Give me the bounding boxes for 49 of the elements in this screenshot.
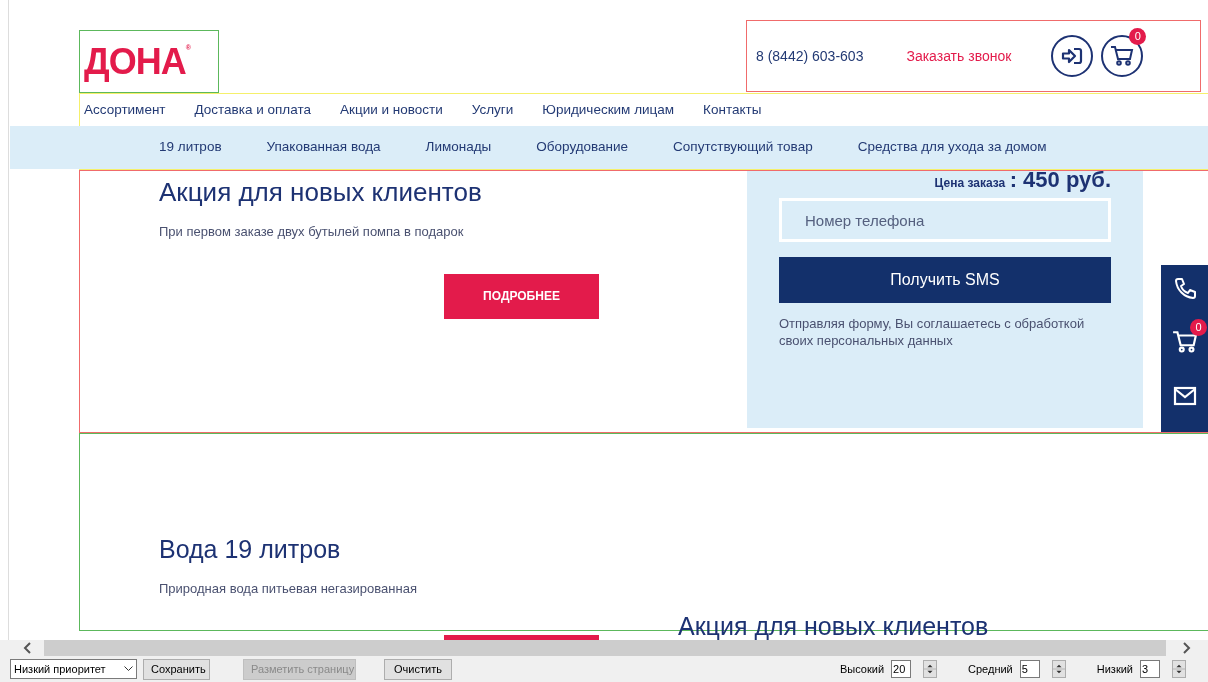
nav-link[interactable]: Услуги bbox=[471, 99, 514, 121]
category-link[interactable]: 19 литров bbox=[159, 137, 222, 158]
category-link[interactable]: Упакованная вода bbox=[266, 137, 381, 158]
counter-label: Средний bbox=[968, 661, 1013, 677]
nav-link[interactable]: Доставка и оплата bbox=[194, 99, 311, 121]
more-button[interactable]: ПОДРОБНЕЕ bbox=[444, 273, 599, 319]
price-label: Цена заказа bbox=[934, 176, 1006, 190]
toolbar-button[interactable]: Очистить bbox=[384, 658, 452, 680]
get-sms-button[interactable]: Получить SMS bbox=[779, 257, 1111, 303]
category-link[interactable]: Лимонады bbox=[425, 137, 492, 158]
number-field[interactable]: 3 bbox=[1140, 660, 1160, 678]
cart-count-badge: 0 bbox=[1129, 28, 1147, 45]
promo-title: Акция для новых клиентов bbox=[159, 177, 483, 209]
nav-link[interactable]: Акции и новости bbox=[340, 99, 443, 121]
number-field[interactable]: 5 bbox=[1019, 660, 1040, 678]
nav-link[interactable]: Юридическим лицам bbox=[542, 99, 675, 121]
nav-link[interactable]: Контакты bbox=[703, 99, 762, 121]
section-title: Вода 19 литров bbox=[159, 534, 342, 565]
scroll-left-icon[interactable] bbox=[22, 642, 32, 654]
mail-icon[interactable] bbox=[1173, 385, 1197, 406]
toolbar-button[interactable]: Сохранить bbox=[143, 658, 210, 680]
scroll-right-icon[interactable] bbox=[1182, 642, 1192, 654]
consent-text: Отправляя форму, Вы соглашаетесь с обработкой своих персональных данных bbox=[779, 316, 1086, 350]
phone-icon[interactable] bbox=[1173, 277, 1197, 301]
number-field[interactable]: 20 bbox=[891, 660, 912, 678]
nav-link[interactable]: Ассортимент bbox=[84, 99, 166, 121]
category-link[interactable]: Средства для ухода за домом bbox=[857, 137, 1047, 158]
spinner-arrows[interactable] bbox=[1172, 660, 1186, 678]
spinner-arrows[interactable] bbox=[1051, 660, 1066, 678]
horizontal-scrollbar[interactable] bbox=[44, 640, 1166, 656]
selected-option: Низкий приоритет bbox=[14, 660, 106, 678]
promo-subtitle: При первом заказе двух бутылей помпа в подарок bbox=[159, 223, 465, 242]
login-button[interactable] bbox=[1051, 35, 1094, 77]
cart-count-badge: 0 bbox=[1190, 319, 1207, 336]
counter-label: Высокий bbox=[839, 661, 885, 677]
price-value: : 450 руб. bbox=[1009, 171, 1111, 192]
spinner-arrows[interactable] bbox=[923, 660, 938, 678]
priority-dropdown[interactable]: Низкий приоритет bbox=[10, 659, 137, 679]
cart-icon[interactable] bbox=[1172, 329, 1198, 354]
login-icon bbox=[1061, 46, 1084, 66]
cart-icon bbox=[1110, 45, 1135, 67]
phone-number[interactable]: 8 (8442) 603-603 bbox=[756, 45, 864, 67]
phone-input-field[interactable]: Номер телефона bbox=[779, 198, 1111, 242]
category-link[interactable]: Оборудование bbox=[536, 137, 629, 158]
counter-label: Низкий bbox=[1096, 661, 1133, 677]
section-subtitle: Природная вода питьевая негазированная bbox=[159, 580, 418, 599]
dropdown-caret-icon bbox=[124, 666, 133, 672]
callback-link[interactable]: Заказать звонок bbox=[906, 45, 1012, 67]
category-link[interactable]: Сопутствующий товар bbox=[673, 137, 813, 158]
